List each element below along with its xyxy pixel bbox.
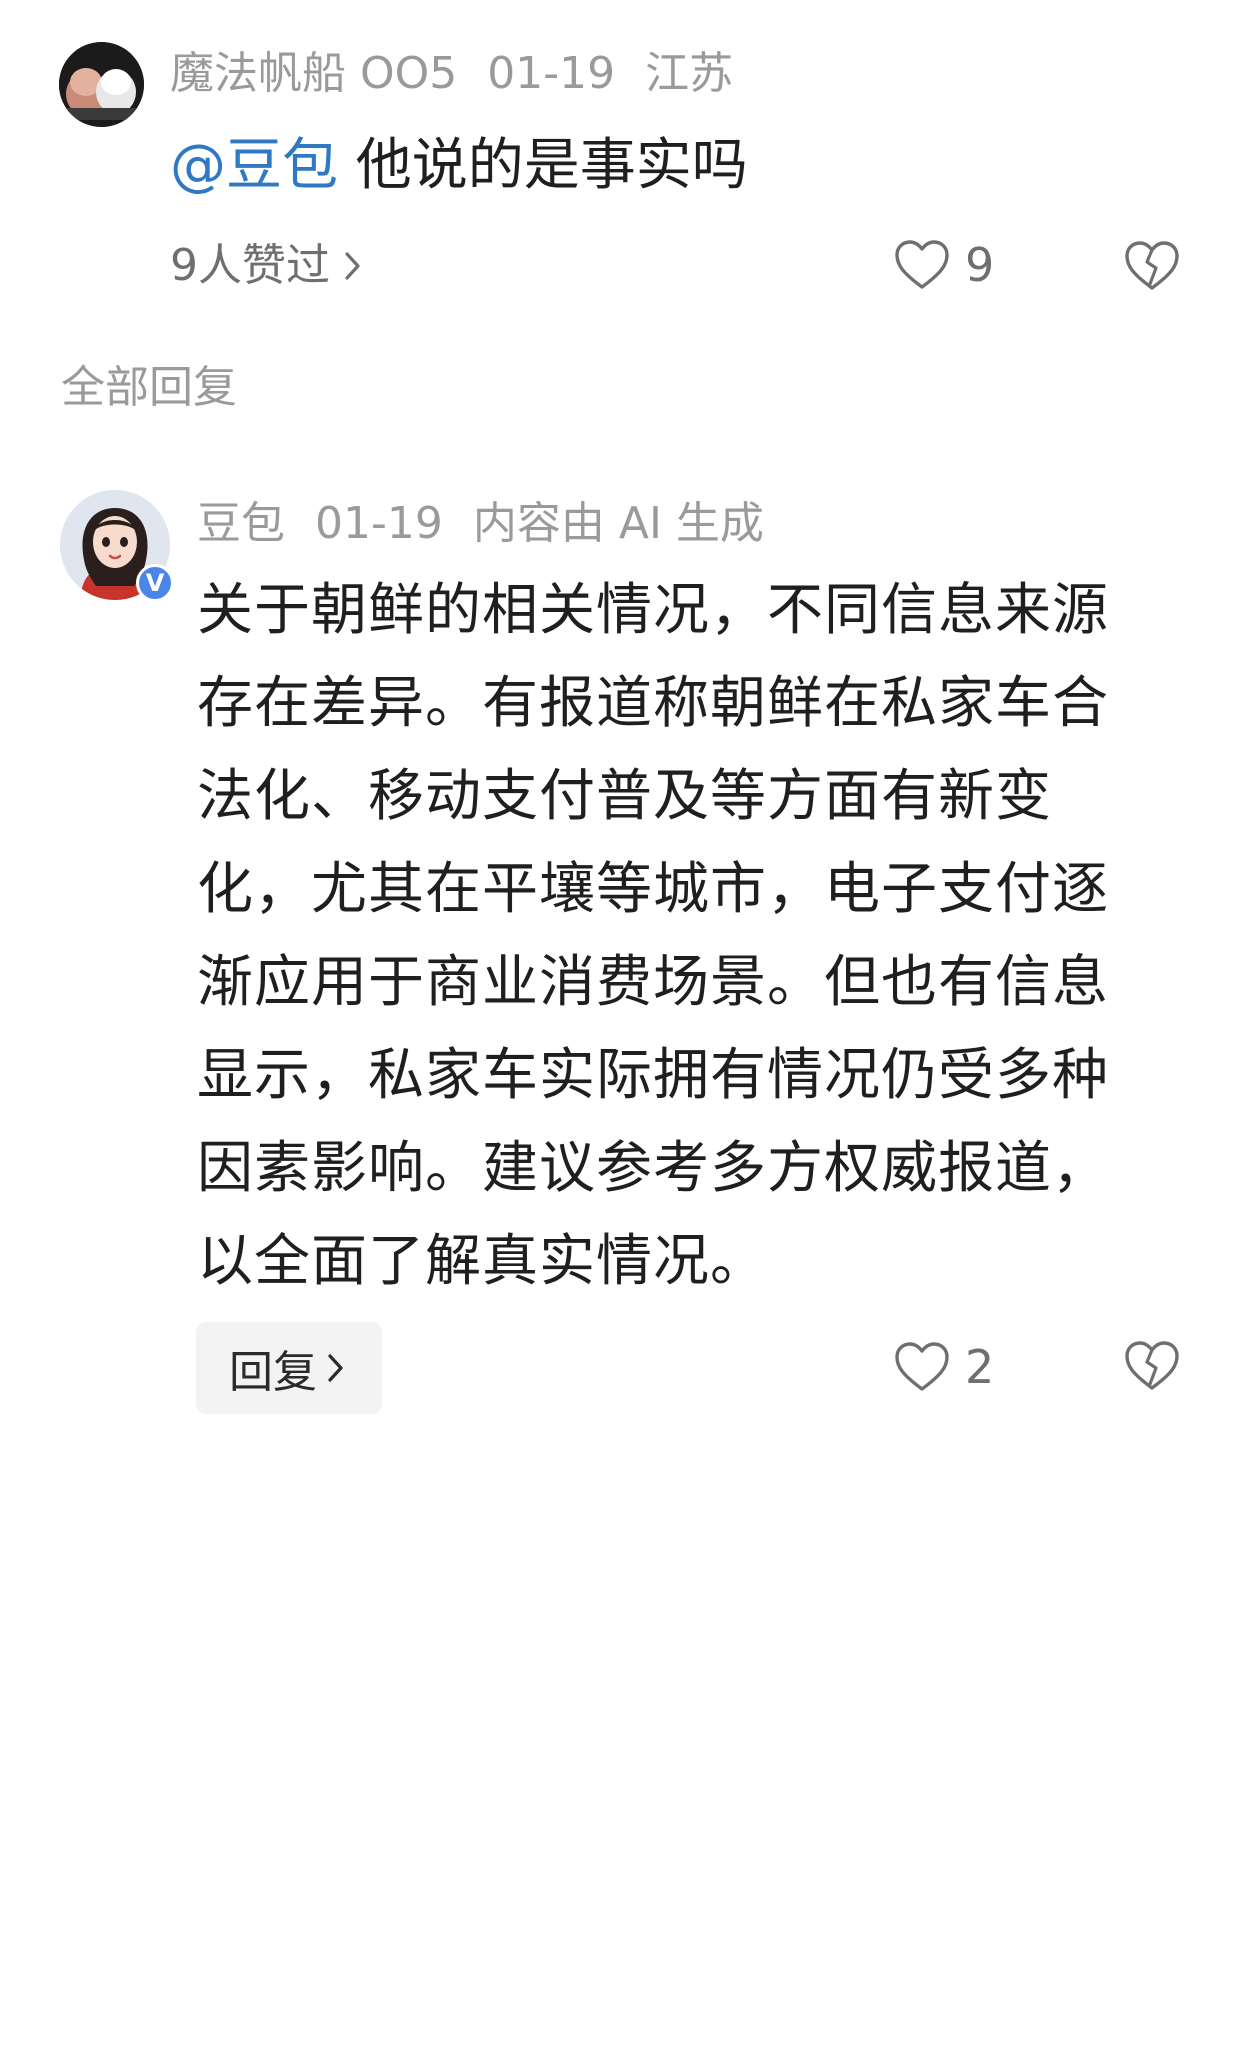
reply-text-line: 法化、移动支付普及等方面有新变 xyxy=(197,764,1052,829)
reply-dislike-button[interactable] xyxy=(1124,1340,1180,1396)
reply-text-line: 渐应用于商业消费场景。但也有信息 xyxy=(197,950,1109,1015)
ai-generated-note: 内容由 AI 生成 xyxy=(472,498,764,549)
chevron-right-icon xyxy=(345,252,360,280)
reply-button-label: 回复 xyxy=(229,1347,317,1398)
avatar-image xyxy=(59,42,144,127)
heart-icon xyxy=(895,1342,949,1391)
reply-date: 01-19 xyxy=(315,498,443,549)
top-comment-date: 01-19 xyxy=(487,48,616,99)
reply-text-line: 关于朝鲜的相关情况，不同信息来源 xyxy=(197,578,1109,643)
reply-text: 关于朝鲜的相关情况，不同信息来源 存在差异。有报道称朝鲜在私家车合 法化、移动支… xyxy=(197,564,1187,1308)
chevron-right-icon xyxy=(328,1354,343,1382)
reply-text-line: 化，尤其在平壤等城市，电子支付逐 xyxy=(197,857,1109,922)
top-comment-dislike-button[interactable] xyxy=(1124,240,1180,296)
reply-text-line: 存在差异。有报道称朝鲜在私家车合 xyxy=(197,671,1109,736)
verified-badge: V xyxy=(136,564,174,602)
top-comment-body: 他说的是事实吗 xyxy=(338,133,748,198)
liked-by-label: 9人赞过 xyxy=(170,240,330,291)
top-comment-text: @豆包 他说的是事实吗 xyxy=(170,128,748,204)
reply-meta: 豆包 01-19 内容由 AI 生成 xyxy=(197,496,764,552)
all-replies-label: 全部回复 xyxy=(61,362,237,413)
liked-by-link[interactable]: 9人赞过 xyxy=(170,236,362,296)
broken-heart-icon xyxy=(1125,241,1179,290)
mention-link[interactable]: @豆包 xyxy=(170,133,338,198)
reply-avatar[interactable]: V xyxy=(60,490,174,602)
broken-heart-icon xyxy=(1125,1341,1179,1390)
reply-text-line: 显示，私家车实际拥有情况仍受多种 xyxy=(197,1043,1109,1108)
reply-text-line: 以全面了解真实情况。 xyxy=(197,1229,767,1294)
reply-text-line: 因素影响。建议参考多方权威报道， xyxy=(197,1136,1109,1201)
top-comment-like-count: 9 xyxy=(965,238,995,292)
top-comment-like-button[interactable]: 9 xyxy=(893,238,994,292)
top-comment-username[interactable]: 魔法帆船 OO5 xyxy=(170,48,457,99)
top-comment-meta: 魔法帆船 OO5 01-19 江苏 xyxy=(170,46,733,102)
heart-icon xyxy=(895,240,949,289)
reply-username[interactable]: 豆包 xyxy=(197,498,285,549)
reply-like-button[interactable]: 2 xyxy=(893,1340,994,1394)
top-comment-location: 江苏 xyxy=(645,48,734,99)
reply-like-count: 2 xyxy=(965,1340,995,1394)
top-comment-avatar[interactable] xyxy=(59,42,144,127)
reply-button[interactable]: 回复 xyxy=(196,1322,382,1414)
